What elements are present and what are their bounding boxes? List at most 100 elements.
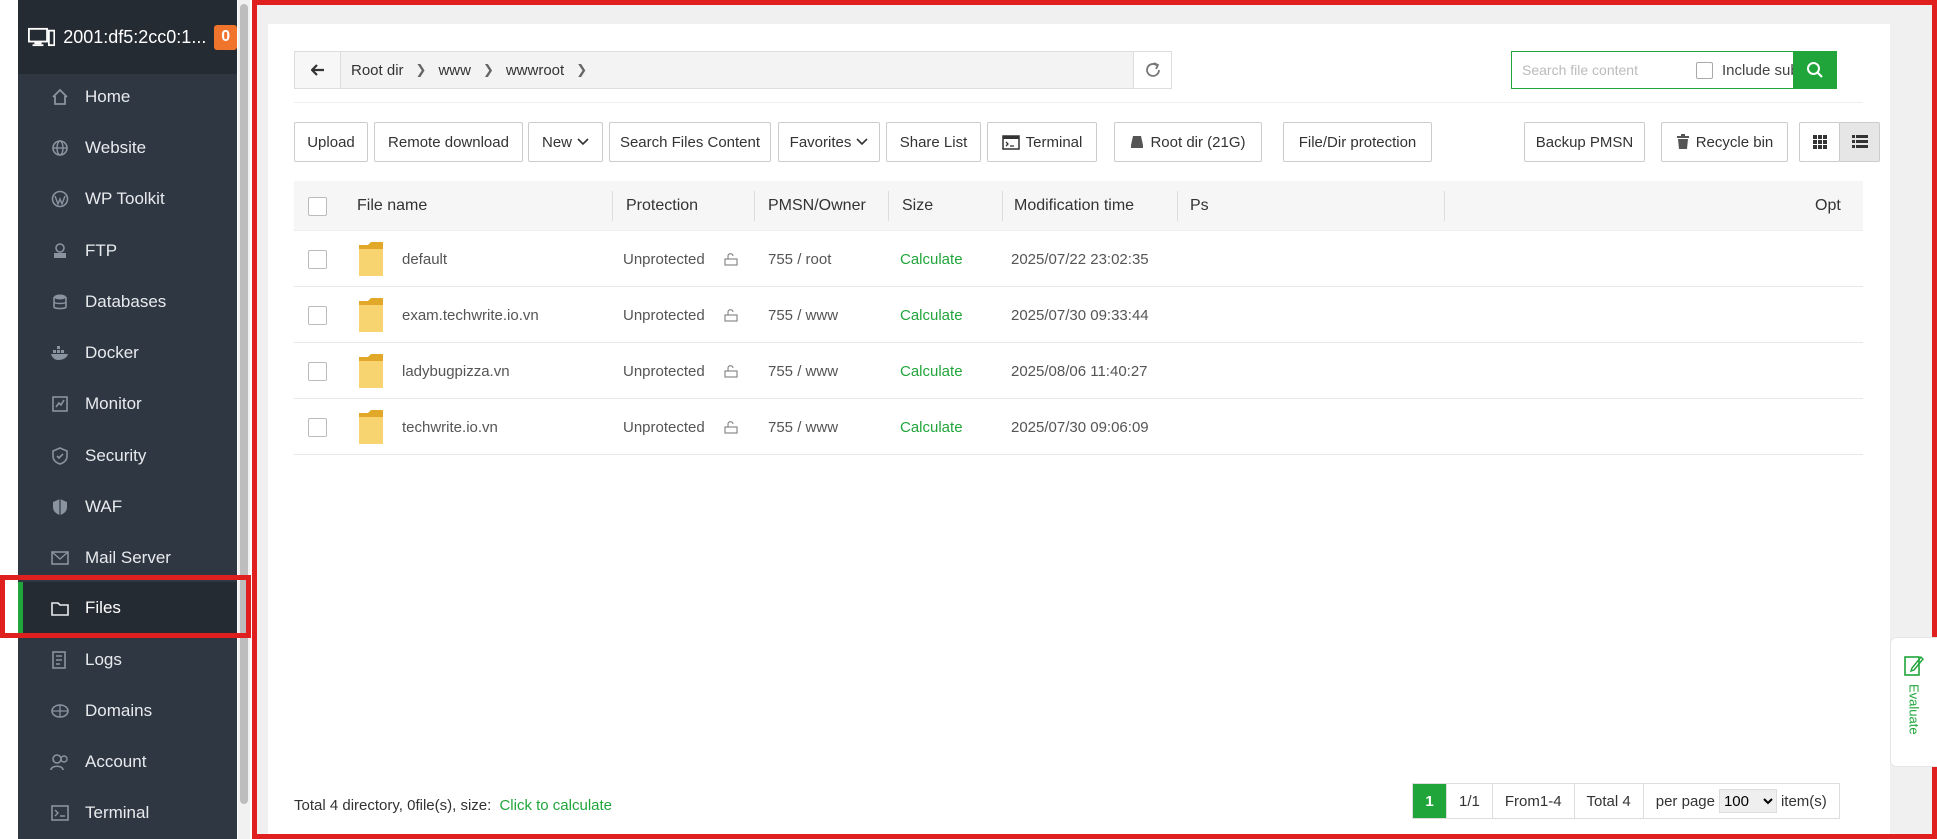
page-current[interactable]: 1 xyxy=(1413,784,1447,818)
col-size[interactable]: Size xyxy=(902,181,933,231)
sidebar: 2001:df5:2cc0:1... 0 Home Website WP Too… xyxy=(0,0,250,839)
row-checkbox[interactable] xyxy=(308,417,327,437)
breadcrumb-root[interactable]: Root dir xyxy=(351,62,404,79)
chevron-right-icon: ❯ xyxy=(576,62,588,77)
sidebar-item-home[interactable]: Home xyxy=(18,71,237,123)
col-protection[interactable]: Protection xyxy=(626,181,698,231)
sidebar-item-monitor[interactable]: Monitor xyxy=(18,378,237,430)
terminal-button[interactable]: Terminal xyxy=(987,122,1097,162)
sidebar-scrollbar[interactable] xyxy=(238,0,250,839)
new-button[interactable]: New xyxy=(528,122,603,162)
row-checkbox[interactable] xyxy=(308,361,327,381)
pmsn-owner[interactable]: 755 / www xyxy=(768,343,838,399)
click-to-calculate-link[interactable]: Click to calculate xyxy=(499,797,612,814)
sidebar-item-label: Logs xyxy=(85,650,122,669)
items-label: item(s) xyxy=(1780,792,1827,810)
logs-icon xyxy=(50,650,70,670)
arrow-left-icon xyxy=(310,64,324,76)
table-row[interactable]: exam.techwrite.io.vn Unprotected 755 / w… xyxy=(294,287,1863,343)
calculate-size-link[interactable]: Calculate xyxy=(900,231,963,287)
per-page-select[interactable]: 100 xyxy=(1718,789,1777,813)
remote-download-button[interactable]: Remote download xyxy=(374,122,523,162)
search-input[interactable] xyxy=(1512,52,1696,88)
sidebar-item-docker[interactable]: Docker xyxy=(18,327,237,379)
chevron-down-icon xyxy=(856,138,868,146)
files-highlight-box xyxy=(0,575,251,638)
row-checkbox-cell xyxy=(308,231,327,287)
scrollbar-thumb[interactable] xyxy=(240,4,248,804)
col-modification-time[interactable]: Modification time xyxy=(1014,181,1134,231)
backup-pmsn-button[interactable]: Backup PMSN xyxy=(1524,122,1645,162)
path-bar: Root dir ❯ www ❯ wwwroot ❯ xyxy=(294,51,1172,89)
sidebar-item-domains[interactable]: Domains xyxy=(18,685,237,737)
row-checkbox-cell xyxy=(308,399,327,455)
notification-badge[interactable]: 0 xyxy=(214,24,237,50)
breadcrumb-wwwroot[interactable]: wwwroot xyxy=(506,62,564,79)
unlock-icon[interactable] xyxy=(724,343,738,399)
sidebar-item-terminal[interactable]: Terminal xyxy=(18,787,237,839)
pmsn-owner[interactable]: 755 / www xyxy=(768,287,838,343)
recycle-bin-button[interactable]: Recycle bin xyxy=(1661,122,1788,162)
sidebar-item-account[interactable]: Account xyxy=(18,736,237,788)
pmsn-owner[interactable]: 755 / www xyxy=(768,399,838,455)
col-pmsn-owner[interactable]: PMSN/Owner xyxy=(768,181,866,231)
list-view-button[interactable] xyxy=(1839,122,1880,162)
table-row[interactable]: default Unprotected 755 / root Calculate… xyxy=(294,231,1863,287)
select-all-checkbox[interactable] xyxy=(308,196,327,216)
grid-view-button[interactable] xyxy=(1799,122,1840,162)
sidebar-item-label: Account xyxy=(85,752,147,771)
page-range: From1-4 xyxy=(1493,784,1575,818)
include-subdir-checkbox[interactable] xyxy=(1696,61,1713,79)
remote-download-label: Remote download xyxy=(388,133,509,151)
sidebar-item-security[interactable]: Security xyxy=(18,430,237,482)
search-button[interactable] xyxy=(1793,51,1837,89)
server-header[interactable]: 2001:df5:2cc0:1... 0 xyxy=(18,0,237,74)
folder-icon xyxy=(358,231,384,287)
search-files-content-label: Search Files Content xyxy=(619,133,761,151)
row-checkbox[interactable] xyxy=(308,305,327,325)
root-dir-label: Root dir (21G) xyxy=(1150,133,1246,151)
breadcrumb-www[interactable]: www xyxy=(438,62,471,79)
sidebar-item-databases[interactable]: Databases xyxy=(18,276,237,328)
col-file-name[interactable]: File name xyxy=(357,181,427,231)
evaluate-tab[interactable]: Evaluate xyxy=(1890,637,1937,767)
row-checkbox-cell xyxy=(308,343,327,399)
sidebar-item-waf[interactable]: WAF xyxy=(18,481,237,533)
table-row[interactable]: techwrite.io.vn Unprotected 755 / www Ca… xyxy=(294,399,1863,455)
unlock-icon[interactable] xyxy=(724,231,738,287)
favorites-button[interactable]: Favorites xyxy=(778,122,880,162)
back-button[interactable] xyxy=(295,52,341,88)
col-opt: Opt xyxy=(1815,197,1841,214)
upload-label: Upload xyxy=(307,133,355,151)
pmsn-owner[interactable]: 755 / root xyxy=(768,231,831,287)
table-header: File name Protection PMSN/Owner Size Mod… xyxy=(294,181,1863,231)
col-ps[interactable]: Ps xyxy=(1190,181,1209,231)
calculate-size-link[interactable]: Calculate xyxy=(900,287,963,343)
calculate-size-link[interactable]: Calculate xyxy=(900,399,963,455)
unlock-icon[interactable] xyxy=(724,287,738,343)
sidebar-item-wp-toolkit[interactable]: WP Toolkit xyxy=(18,173,237,225)
sidebar-item-ftp[interactable]: FTP xyxy=(18,225,237,277)
server-name: 2001:df5:2cc0:1... xyxy=(63,26,207,47)
protection-status: Unprotected xyxy=(623,418,705,436)
file-name[interactable]: techwrite.io.vn xyxy=(402,399,498,455)
refresh-button[interactable] xyxy=(1133,52,1171,88)
row-checkbox[interactable] xyxy=(308,249,327,269)
unlock-icon[interactable] xyxy=(724,399,738,455)
file-name[interactable]: ladybugpizza.vn xyxy=(402,343,510,399)
table-row[interactable]: ladybugpizza.vn Unprotected 755 / www Ca… xyxy=(294,343,1863,399)
sidebar-item-label: Monitor xyxy=(85,394,142,413)
file-name[interactable]: default xyxy=(402,231,447,287)
trash-icon xyxy=(1676,134,1689,149)
database-icon xyxy=(50,292,70,312)
search-files-content-button[interactable]: Search Files Content xyxy=(609,122,771,162)
share-list-button[interactable]: Share List xyxy=(886,122,981,162)
sidebar-item-website[interactable]: Website xyxy=(18,122,237,174)
sidebar-item-logs[interactable]: Logs xyxy=(18,634,237,686)
file-dir-protection-button[interactable]: File/Dir protection xyxy=(1283,122,1432,162)
sidebar-item-label: WP Toolkit xyxy=(85,189,165,208)
file-name[interactable]: exam.techwrite.io.vn xyxy=(402,287,539,343)
upload-button[interactable]: Upload xyxy=(294,122,368,162)
root-dir-button[interactable]: Root dir (21G) xyxy=(1114,122,1262,162)
calculate-size-link[interactable]: Calculate xyxy=(900,343,963,399)
